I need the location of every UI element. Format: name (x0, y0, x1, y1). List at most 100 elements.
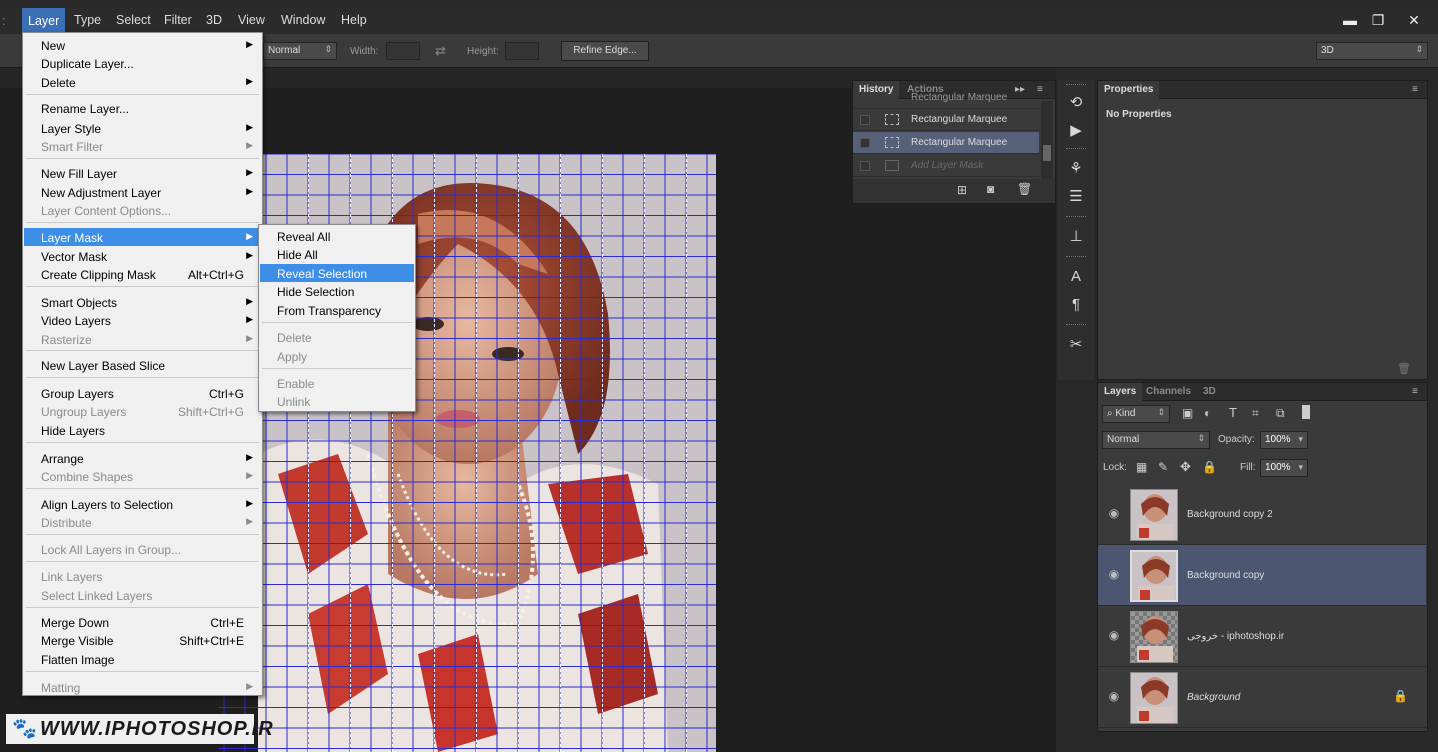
menu-item-rename-layer[interactable]: Rename Layer... (24, 99, 261, 117)
portrait-thumbnail (1137, 616, 1173, 662)
filter-pixel-icon[interactable]: ▣ (1182, 406, 1193, 420)
visibility-eye-icon[interactable]: ◉ (1106, 567, 1122, 581)
filter-smart-object-icon[interactable]: ⧉ (1276, 406, 1285, 421)
menu-item-hide-selection[interactable]: Hide Selection (260, 282, 414, 300)
camera-snapshot-icon[interactable]: ◙ (987, 182, 994, 196)
menu-help[interactable]: Help (339, 13, 369, 27)
refine-edge-button[interactable]: Refine Edge... (561, 41, 649, 61)
menu-item-reveal-all[interactable]: Reveal All (260, 227, 414, 245)
swap-icon[interactable]: ⇄ (435, 43, 446, 59)
layer-row[interactable]: ◉ Background copy 2 (1098, 484, 1426, 545)
paragraph-panel-icon[interactable]: ¶ (1064, 294, 1088, 316)
menu-item-link-layers: Link Layers (24, 567, 261, 585)
menu-item-duplicate-layer[interactable]: Duplicate Layer... (24, 54, 261, 72)
close-icon[interactable]: ✕ (1400, 10, 1428, 30)
layer-row[interactable]: ◉ Background 🔒 (1098, 667, 1426, 728)
visibility-eye-icon[interactable]: ◉ (1106, 506, 1122, 520)
filter-toggle-icon[interactable] (1302, 405, 1310, 419)
blend-mode-select[interactable]: Normal ⇕ (1102, 431, 1210, 449)
menu-item-flatten-image[interactable]: Flatten Image (24, 650, 261, 668)
menu-item-align-layers-to-selection[interactable]: Align Layers to Selection ▶ (24, 495, 261, 513)
marquee-icon (885, 137, 899, 148)
adjustments-sliders-icon[interactable]: ☰ (1064, 186, 1088, 208)
menu-item-rasterize: Rasterize ▶ (24, 330, 261, 348)
minimize-icon[interactable]: ▬ (1336, 10, 1364, 30)
snapshot-checkbox[interactable] (860, 161, 870, 171)
visibility-eye-icon[interactable]: ◉ (1106, 628, 1122, 642)
panel-menu-icon[interactable]: ≡ (1412, 386, 1418, 397)
menu-item-new-adjustment-layer[interactable]: New Adjustment Layer ▶ (24, 183, 261, 201)
menu-item-smart-objects[interactable]: Smart Objects ▶ (24, 293, 261, 311)
menu-item-layer-mask[interactable]: Layer Mask ▶ (24, 228, 261, 246)
scrollbar-thumb[interactable] (1043, 145, 1051, 161)
new-document-from-state-icon[interactable]: ⊞ (957, 183, 967, 197)
tab-properties[interactable]: Properties (1098, 81, 1160, 99)
menu-item-from-transparency[interactable]: From Transparency (260, 301, 414, 319)
menu-item-vector-mask[interactable]: Vector Mask ▶ (24, 247, 261, 265)
character-panel-icon[interactable]: A (1064, 266, 1088, 288)
menu-item-layer-style[interactable]: Layer Style ▶ (24, 119, 261, 137)
history-state-row[interactable]: Rectangular Marquee (853, 92, 1039, 109)
workspace-select[interactable]: 3D ⇕ (1316, 42, 1428, 60)
menu-item-create-clipping-mask[interactable]: Create Clipping Mask Alt+Ctrl+G (24, 265, 261, 283)
width-input[interactable] (386, 42, 420, 60)
fill-label: Fill: (1240, 462, 1256, 473)
clone-source-icon[interactable]: ⊥ (1064, 226, 1088, 248)
tab-3d[interactable]: 3D (1203, 386, 1216, 397)
history-panel-icon[interactable]: ⟲ (1064, 92, 1088, 114)
menu-item-hide-layers[interactable]: Hide Layers (24, 421, 261, 439)
filter-kind-select[interactable]: ⌕ Kind ⇕ (1102, 405, 1170, 423)
history-state-row-selected[interactable]: Rectangular Marquee (853, 132, 1039, 154)
menu-item-group-layers[interactable]: Group Layers Ctrl+G (24, 384, 261, 402)
menu-item-new[interactable]: New ▶ (24, 36, 261, 54)
filter-type-icon[interactable]: T (1229, 405, 1237, 420)
menu-item-video-layers[interactable]: Video Layers ▶ (24, 311, 261, 329)
menu-filter[interactable]: Filter (162, 13, 194, 27)
height-input[interactable] (505, 42, 539, 60)
menu-item-new-fill-layer[interactable]: New Fill Layer ▶ (24, 164, 261, 182)
marquee-selection-edge (518, 154, 519, 752)
filter-adjustment-icon[interactable]: ◐ (1204, 406, 1211, 420)
snapshot-checkbox[interactable] (860, 115, 870, 125)
history-state-row-inactive[interactable]: Add Layer Mask (853, 155, 1039, 177)
menu-item-merge-visible[interactable]: Merge Visible Shift+Ctrl+E (24, 631, 261, 649)
menu-item-reveal-selection[interactable]: Reveal Selection (260, 264, 414, 282)
menu-item-arrange[interactable]: Arrange ▶ (24, 449, 261, 467)
visibility-eye-icon[interactable]: ◉ (1106, 689, 1122, 703)
menu-item-label: Smart Objects (41, 296, 118, 310)
lock-position-move-icon[interactable]: ✥ (1180, 459, 1191, 475)
menu-3d[interactable]: 3D (204, 13, 224, 27)
fill-input[interactable]: 100% ▾ (1260, 459, 1308, 477)
menu-type[interactable]: Type (72, 13, 103, 27)
history-scrollbar[interactable] (1041, 101, 1053, 179)
opacity-input[interactable]: 100% ▾ (1260, 431, 1308, 449)
tab-channels[interactable]: Channels (1146, 386, 1191, 397)
menu-item-shortcut: Alt+Ctrl+G (187, 268, 244, 282)
layer-row-selected[interactable]: ◉ Background copy (1098, 545, 1426, 606)
trash-icon[interactable]: 🗑 (1397, 362, 1411, 375)
history-state-row[interactable]: Rectangular Marquee (853, 109, 1039, 131)
menu-item-delete[interactable]: Delete ▶ (24, 73, 261, 91)
style-mode-select[interactable]: Normal ⇕ (263, 42, 337, 60)
panel-menu-icon[interactable]: ≡ (1412, 84, 1418, 95)
menu-item-hide-all[interactable]: Hide All (260, 245, 414, 263)
tool-presets-icon[interactable]: ✂ (1064, 334, 1088, 356)
filter-shape-icon[interactable]: ⌗ (1252, 406, 1259, 421)
brush-presets-icon[interactable]: ⚘ (1064, 158, 1088, 180)
menu-item-new-layer-based-slice[interactable]: New Layer Based Slice (24, 356, 261, 374)
actions-play-icon[interactable]: ▶ (1064, 120, 1088, 142)
lock-transparent-icon[interactable]: ▦ (1136, 460, 1147, 474)
menu-select[interactable]: Select (114, 13, 153, 27)
lock-image-brush-icon[interactable]: ✎ (1158, 460, 1168, 474)
menu-window[interactable]: Window (279, 13, 327, 27)
trash-icon[interactable]: 🗑 (1017, 182, 1032, 196)
menu-layer[interactable]: Layer (22, 8, 66, 34)
lock-all-icon[interactable]: 🔒 (1202, 460, 1217, 474)
menu-view[interactable]: View (236, 13, 267, 27)
layer-row[interactable]: ◉ خروجی - iphotoshop.ir (1098, 606, 1426, 667)
menu-item-merge-down[interactable]: Merge Down Ctrl+E (24, 613, 261, 631)
restore-icon[interactable]: ❐ (1364, 10, 1392, 30)
fill-value: 100% (1265, 462, 1291, 473)
snapshot-checkbox[interactable] (860, 138, 870, 148)
tab-layers[interactable]: Layers (1098, 383, 1143, 401)
